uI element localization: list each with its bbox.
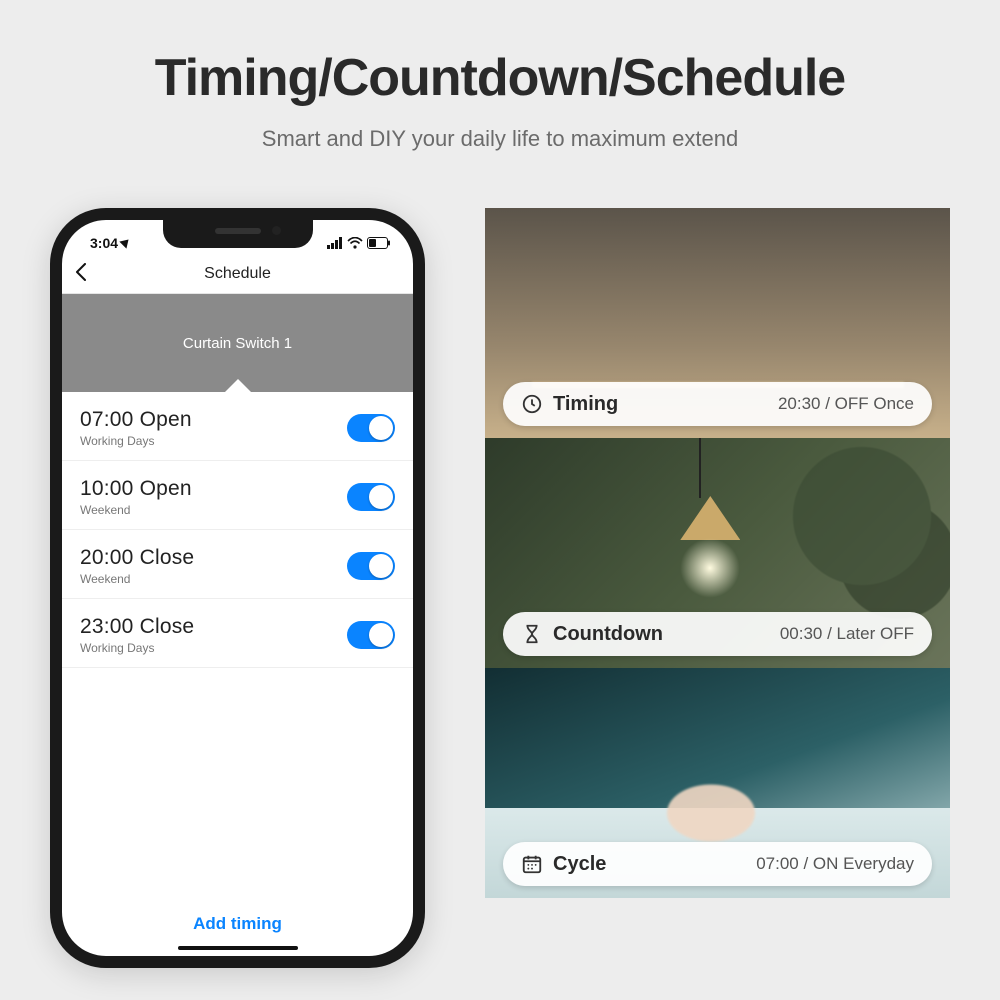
schedule-time: 07:00: [80, 408, 134, 431]
schedule-list: 07:00 Open Working Days 10:00 Open Weeke…: [62, 392, 413, 668]
phone-notch: [163, 220, 313, 248]
schedule-days: Weekend: [80, 572, 194, 586]
schedule-action: Close: [140, 546, 195, 569]
nav-title: Schedule: [62, 265, 413, 283]
signal-icon: [327, 237, 343, 249]
feature-photo-timing: Timing 20:30 / OFF Once: [485, 208, 950, 438]
feature-pill-timing: Timing 20:30 / OFF Once: [503, 382, 932, 426]
schedule-time: 23:00: [80, 615, 134, 638]
pill-label: Countdown: [553, 623, 663, 646]
pill-value: 20:30 / OFF Once: [778, 394, 914, 414]
schedule-time: 20:00: [80, 546, 134, 569]
status-time: 3:04: [90, 235, 118, 251]
schedule-toggle[interactable]: [347, 483, 395, 511]
feature-photo-cycle: Cycle 07:00 / ON Everyday: [485, 668, 950, 898]
schedule-toggle[interactable]: [347, 552, 395, 580]
subheadline: Smart and DIY your daily life to maximum…: [0, 126, 1000, 152]
chevron-left-icon: [74, 263, 88, 281]
schedule-toggle[interactable]: [347, 621, 395, 649]
calendar-icon: [521, 853, 543, 875]
pill-label: Cycle: [553, 853, 606, 876]
phone-mockup: 3:04 Schedule Curtain Switch 1 07:00 Ope…: [50, 208, 425, 968]
battery-icon: [367, 237, 391, 249]
schedule-row[interactable]: 07:00 Open Working Days: [62, 392, 413, 461]
pill-value: 07:00 / ON Everyday: [756, 854, 914, 874]
schedule-action: Open: [140, 408, 192, 431]
feature-pill-countdown: Countdown 00:30 / Later OFF: [503, 612, 932, 656]
clock-icon: [521, 393, 543, 415]
pill-value: 00:30 / Later OFF: [780, 624, 914, 644]
schedule-row[interactable]: 10:00 Open Weekend: [62, 461, 413, 530]
device-name: Curtain Switch 1: [62, 335, 413, 352]
schedule-days: Weekend: [80, 503, 192, 517]
pill-label: Timing: [553, 393, 618, 416]
location-icon: [119, 236, 132, 249]
device-banner: Curtain Switch 1: [62, 294, 413, 392]
schedule-time: 10:00: [80, 477, 134, 500]
schedule-action: Open: [140, 477, 192, 500]
add-timing-button[interactable]: Add timing: [62, 914, 413, 934]
hourglass-icon: [521, 623, 543, 645]
back-button[interactable]: [74, 263, 88, 285]
wifi-icon: [347, 237, 363, 249]
schedule-days: Working Days: [80, 641, 194, 655]
schedule-action: Close: [140, 615, 195, 638]
schedule-row[interactable]: 20:00 Close Weekend: [62, 530, 413, 599]
feature-photo-countdown: Countdown 00:30 / Later OFF: [485, 438, 950, 668]
schedule-toggle[interactable]: [347, 414, 395, 442]
schedule-row[interactable]: 23:00 Close Working Days: [62, 599, 413, 668]
headline: Timing/Countdown/Schedule: [0, 0, 1000, 108]
feature-pill-cycle: Cycle 07:00 / ON Everyday: [503, 842, 932, 886]
nav-bar: Schedule: [62, 254, 413, 294]
schedule-days: Working Days: [80, 434, 192, 448]
feature-photo-column: Timing 20:30 / OFF Once Countdown 00:30 …: [485, 208, 950, 898]
home-indicator: [178, 946, 298, 950]
